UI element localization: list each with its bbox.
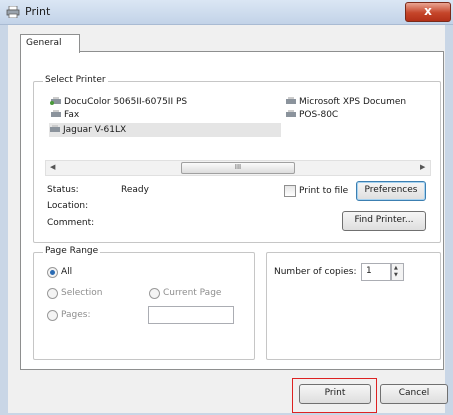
print-to-file-checkbox[interactable]: [284, 185, 296, 197]
copies-input-value: 1: [366, 266, 372, 276]
printer-name: POS-80C: [299, 110, 339, 120]
fax-icon: [51, 110, 61, 117]
scrollbar-thumb[interactable]: III: [181, 162, 295, 174]
selection-radio[interactable]: [47, 288, 58, 299]
printer-name: Jaguar V-61LX: [63, 125, 127, 135]
printer-name: DocuColor 5065II-6075II PS: [64, 97, 188, 107]
printer-item-microsoft-xps[interactable]: Microsoft XPS Documen: [285, 97, 406, 107]
printer-item-pos-80c[interactable]: POS-80C: [285, 110, 338, 120]
pages-radio[interactable]: [47, 310, 58, 321]
select-printer-label: Select Printer: [43, 75, 108, 85]
comment-label: Comment:: [47, 218, 95, 228]
status-value: Ready: [121, 185, 149, 195]
preferences-button[interactable]: Preferences: [356, 181, 426, 201]
pages-radio-label[interactable]: Pages:: [61, 310, 91, 320]
number-of-copies-label: Number of copies:: [274, 267, 357, 277]
printer-list[interactable]: DocuColor 5065II-6075II PS Microsoft XPS…: [45, 93, 429, 153]
pages-input[interactable]: [148, 306, 234, 324]
scroll-right-icon[interactable]: ▶: [420, 163, 425, 171]
selection-radio-label[interactable]: Selection: [61, 288, 102, 298]
current-page-radio-label[interactable]: Current Page: [163, 288, 221, 298]
preferences-button-label: Preferences: [364, 185, 418, 195]
find-printer-button[interactable]: Find Printer...: [342, 211, 426, 231]
spin-down-icon[interactable]: ▼: [394, 272, 398, 278]
print-button-highlight: [292, 378, 377, 413]
printer-list-horizontal-scrollbar[interactable]: ◀ III ▶: [45, 160, 431, 176]
printer-item-fax[interactable]: Fax: [50, 110, 79, 120]
scroll-left-icon[interactable]: ◀: [50, 163, 55, 171]
print-dialog: Print x General Select Printer DocuColor…: [0, 0, 453, 415]
window-title: Print: [25, 5, 51, 18]
status-label: Status:: [47, 185, 79, 195]
cancel-button-label: Cancel: [398, 388, 430, 398]
all-radio[interactable]: [47, 267, 58, 278]
print-to-file-label[interactable]: Print to file: [299, 186, 348, 196]
page-range-label: Page Range: [43, 246, 101, 256]
scrollbar-grip: III: [234, 163, 242, 171]
printer-network-icon: [50, 97, 61, 105]
close-icon: x: [424, 4, 432, 18]
find-printer-button-label: Find Printer...: [354, 215, 414, 225]
tab-general-label: General: [26, 38, 62, 48]
all-radio-label[interactable]: All: [61, 267, 72, 277]
cancel-button[interactable]: Cancel: [380, 384, 448, 404]
printer-item-jaguar[interactable]: Jaguar V-61LX: [49, 123, 281, 137]
current-page-radio[interactable]: [149, 288, 160, 299]
printer-name: Microsoft XPS Documen: [299, 97, 407, 107]
printer-icon: [286, 97, 296, 104]
printer-icon: [286, 110, 296, 117]
copies-input[interactable]: 1: [361, 263, 391, 281]
printer-icon: [6, 6, 20, 18]
spin-up-icon[interactable]: ▲: [394, 265, 398, 271]
printer-item-docucolor[interactable]: DocuColor 5065II-6075II PS: [50, 97, 187, 107]
printer-name: Fax: [64, 110, 80, 120]
close-button[interactable]: x: [405, 2, 451, 22]
location-label: Location:: [47, 201, 89, 211]
printer-icon: [50, 125, 60, 132]
title-bar[interactable]: Print x: [0, 0, 453, 25]
tab-general[interactable]: General: [20, 34, 80, 53]
copies-spinner[interactable]: ▲ ▼: [391, 263, 404, 281]
